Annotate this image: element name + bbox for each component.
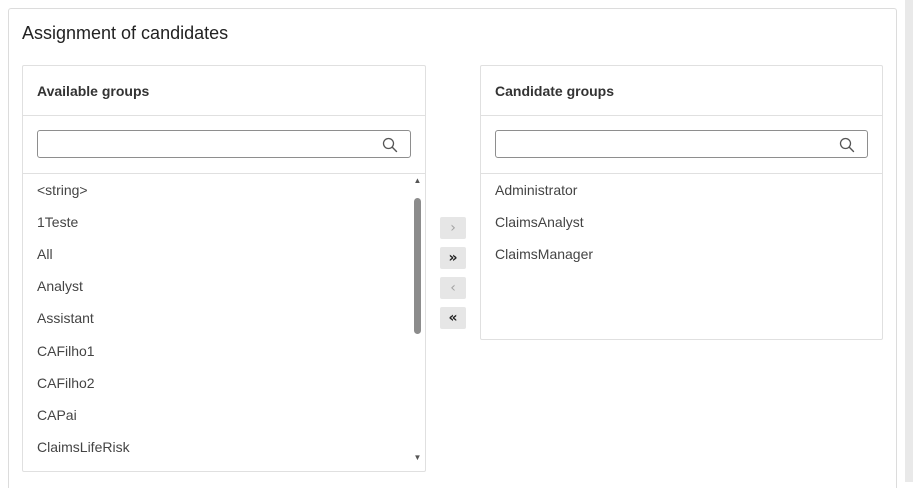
window-edge-strip: [905, 0, 913, 482]
available-groups-panel: Available groups <string> 1Teste All Ana…: [22, 65, 426, 472]
list-item[interactable]: Administrator: [495, 182, 577, 198]
available-groups-header: Available groups: [23, 66, 425, 116]
list-item[interactable]: Analyst: [37, 278, 83, 294]
available-scrollbar[interactable]: ▲ ▼: [413, 176, 422, 463]
candidate-groups-header: Candidate groups: [481, 66, 882, 116]
available-search-input[interactable]: [44, 133, 380, 157]
section-title: Assignment of candidates: [22, 23, 229, 43]
triangle-down-icon[interactable]: ▼: [413, 453, 422, 463]
list-item[interactable]: <string>: [37, 182, 88, 198]
move-selected-button[interactable]: ›: [440, 217, 466, 239]
list-item[interactable]: All: [37, 246, 53, 262]
candidate-search-zone: [481, 116, 882, 174]
available-search-box[interactable]: [37, 130, 411, 158]
remove-selected-button[interactable]: ‹: [440, 277, 466, 299]
candidate-groups-panel: Candidate groups Administrator ClaimsAna…: [480, 65, 883, 340]
list-item[interactable]: Assistant: [37, 310, 94, 326]
list-item[interactable]: ClaimsAnalyst: [495, 214, 584, 230]
list-item[interactable]: CAFilho1: [37, 343, 95, 359]
search-icon[interactable]: [839, 137, 855, 153]
candidate-search-input[interactable]: [502, 133, 837, 157]
available-groups-list: <string> 1Teste All Analyst Assistant CA…: [23, 174, 425, 471]
list-item[interactable]: 1Teste: [37, 214, 78, 230]
move-all-button[interactable]: »: [440, 247, 466, 269]
list-item[interactable]: ClaimsLifeRisk: [37, 439, 130, 455]
remove-all-button[interactable]: «: [440, 307, 466, 329]
list-item[interactable]: ClaimsManager: [495, 246, 593, 262]
list-item[interactable]: CAPai: [37, 407, 77, 423]
available-search-zone: [23, 116, 425, 174]
scrollbar-thumb[interactable]: [414, 198, 421, 334]
candidate-groups-list: Administrator ClaimsAnalyst ClaimsManage…: [481, 174, 882, 339]
search-icon[interactable]: [382, 137, 398, 153]
candidate-search-box[interactable]: [495, 130, 868, 158]
list-item[interactable]: CAFilho2: [37, 375, 95, 391]
triangle-up-icon[interactable]: ▲: [413, 176, 422, 186]
